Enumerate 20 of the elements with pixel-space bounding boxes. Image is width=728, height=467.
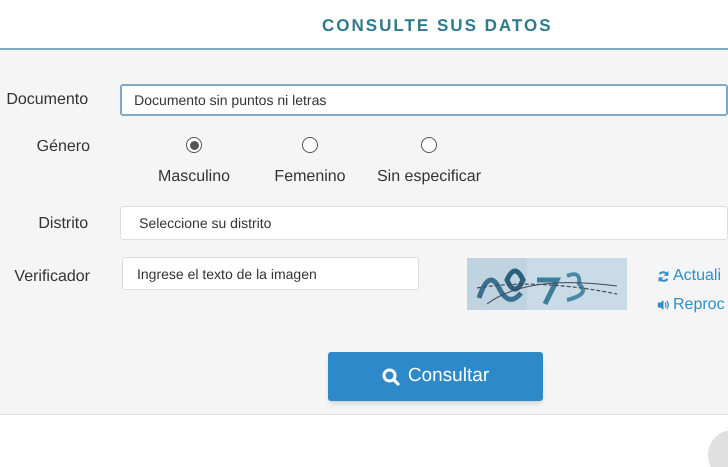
captcha-link[interactable]: Actuali xyxy=(657,264,725,288)
submit-button[interactable]: Consultar xyxy=(328,352,543,401)
radio-label: Femenino xyxy=(274,167,346,187)
captcha-field[interactable]: Ingrese el texto de la imagen xyxy=(122,257,419,290)
field-label: Verificador xyxy=(14,268,90,285)
refresh-icon xyxy=(657,270,670,282)
form-title: CONSULTE SUS DATOS xyxy=(322,16,553,35)
radio-label: Masculino xyxy=(158,167,230,187)
captcha-link[interactable]: Reproc xyxy=(657,293,725,317)
district-select[interactable]: Seleccione su distrito xyxy=(120,206,728,240)
radio-label: Sin especificar xyxy=(376,167,482,187)
field-label: Documento xyxy=(6,91,88,108)
speaker-icon xyxy=(657,299,670,311)
field-label: Distrito xyxy=(38,215,88,232)
search-icon xyxy=(382,368,400,386)
radio-button[interactable] xyxy=(421,137,437,153)
radio-button[interactable] xyxy=(302,137,318,153)
document-field[interactable]: Documento sin puntos ni letras xyxy=(120,84,728,116)
field-label: Género xyxy=(36,138,90,155)
radio-button[interactable] xyxy=(186,137,202,153)
